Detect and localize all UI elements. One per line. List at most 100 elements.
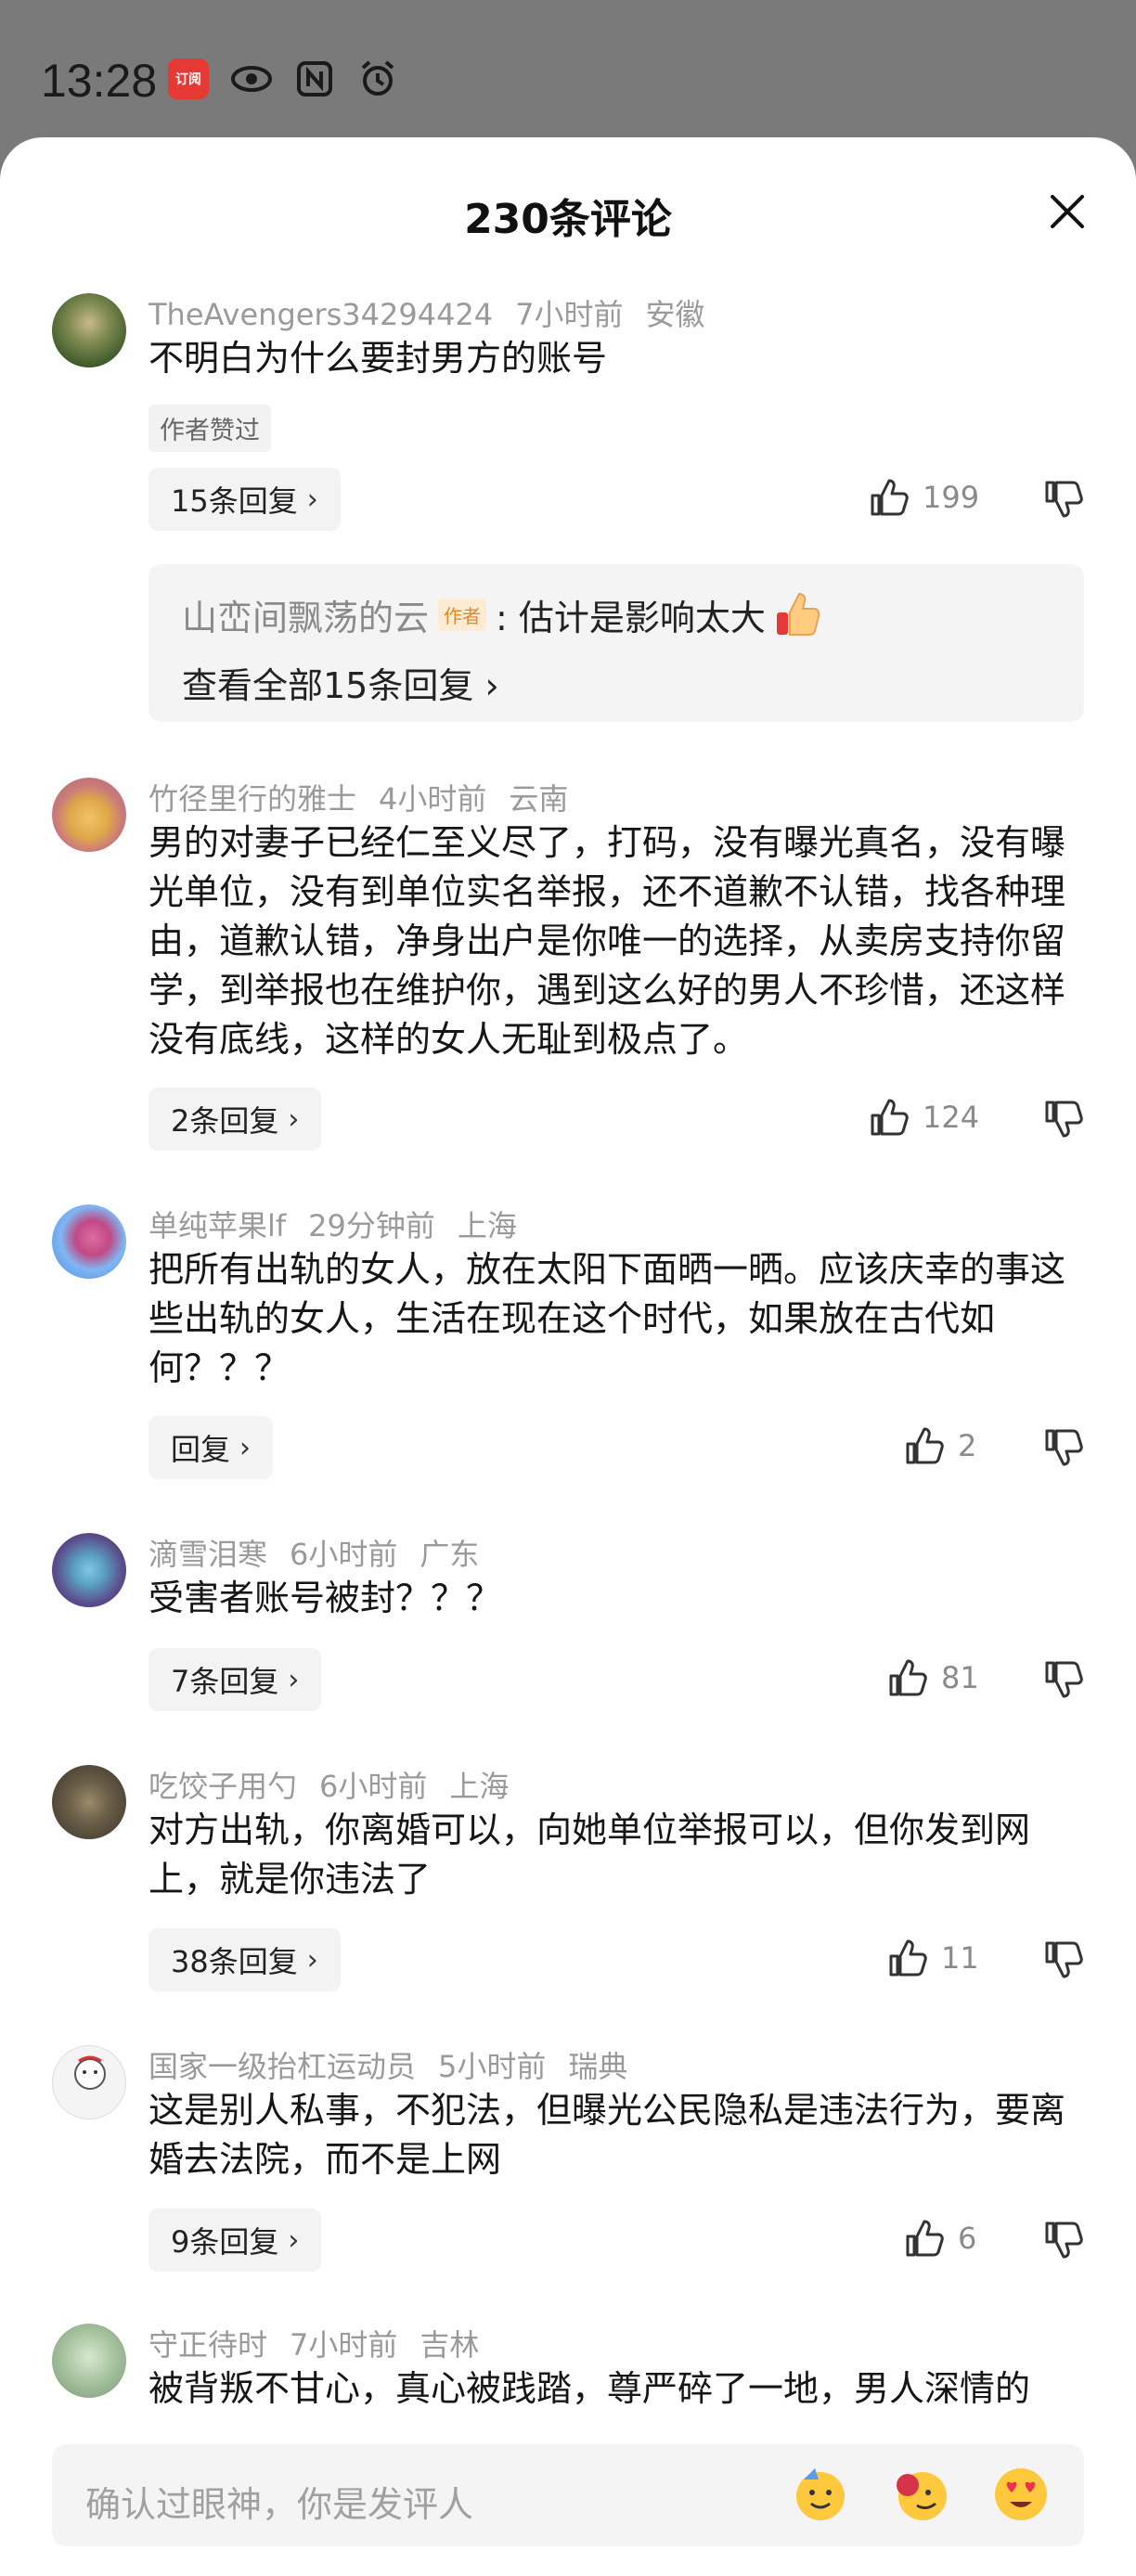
chevron-right-icon: › bbox=[288, 1663, 300, 1696]
like-button[interactable]: 11 bbox=[887, 1938, 979, 1978]
comment-count-title: 230条评论 bbox=[464, 196, 672, 243]
thumbs-up-icon bbox=[889, 1659, 927, 1696]
reply-preview[interactable]: 山峦间飘荡的云 作者 : 估计是影响太大 查看全部15条回复 › bbox=[148, 564, 1084, 722]
thumbs-up-icon bbox=[871, 1099, 909, 1136]
thumbs-up-emoji-icon bbox=[776, 592, 820, 636]
like-button[interactable]: 81 bbox=[887, 1657, 979, 1698]
thumbs-down-icon[interactable] bbox=[1043, 1427, 1084, 1468]
view-all-replies-link[interactable]: 查看全部15条回复 › bbox=[182, 657, 499, 708]
comment-username[interactable]: 单纯苹果lf bbox=[148, 1208, 286, 1243]
view-replies-button[interactable]: 7条回复 › bbox=[148, 1648, 322, 1711]
thumbs-up-icon bbox=[871, 479, 909, 516]
comment-location: 安徽 bbox=[645, 297, 705, 332]
author-liked-badge: 作者赞过 bbox=[148, 405, 271, 452]
sheet-header: 230条评论 bbox=[0, 137, 1136, 286]
view-replies-button[interactable]: 回复 › bbox=[148, 1416, 274, 1479]
view-replies-button[interactable]: 2条回复 › bbox=[148, 1088, 322, 1151]
comment-text[interactable]: 受害者账号被封？？？ bbox=[148, 1574, 1086, 1623]
comment-text[interactable]: 对方出轨，你离婚可以，向她单位举报可以，但你发到网上，就是你违法了 bbox=[148, 1806, 1086, 1904]
view-replies-button[interactable]: 38条回复 › bbox=[148, 1928, 341, 1991]
app-notification-icon: 订阅 bbox=[167, 58, 210, 100]
comment-username[interactable]: 竹径里行的雅士 bbox=[148, 781, 356, 817]
thumbs-up-icon bbox=[906, 2220, 944, 2257]
reply-text: : 估计是影响太大 bbox=[496, 597, 766, 638]
thumbs-down-icon[interactable] bbox=[1043, 2220, 1084, 2260]
comment-time: 7小时前 bbox=[515, 297, 624, 332]
like-count: 6 bbox=[958, 2221, 977, 2256]
comments-sheet: 230条评论 TheAvengers34294424 7小时前 安徽 不明白为什么要… bbox=[0, 137, 1136, 2576]
comment-time: 29分钟前 bbox=[308, 1208, 435, 1243]
thumbs-down-icon[interactable] bbox=[1043, 1659, 1084, 1700]
comment-meta: 守正待时 7小时前 吉林 bbox=[148, 2322, 501, 2364]
chevron-right-icon: › bbox=[239, 1431, 252, 1464]
chevron-right-icon: › bbox=[288, 1102, 300, 1136]
comment-text[interactable]: 男的对妻子已经仁至义尽了，打码，没有曝光真名，没有曝光单位，没有到单位实名举报，… bbox=[148, 818, 1086, 1064]
like-button[interactable]: 124 bbox=[869, 1097, 979, 1138]
comment-username[interactable]: 滴雪泪寒 bbox=[148, 1537, 267, 1572]
like-button[interactable]: 6 bbox=[904, 2218, 976, 2259]
status-bar: 13:28 订阅 bbox=[0, 0, 1136, 139]
avatar[interactable] bbox=[52, 293, 126, 367]
comment-input[interactable]: 确认过眼神，你是发评人 bbox=[52, 2444, 1084, 2546]
thumbs-down-icon[interactable] bbox=[1043, 1099, 1084, 1140]
emoji-rose-icon[interactable] bbox=[891, 2465, 950, 2524]
comment-text[interactable]: 不明白为什么要封男方的账号 bbox=[148, 334, 1086, 383]
thumbs-up-icon bbox=[906, 1427, 944, 1464]
comment-location: 云南 bbox=[509, 781, 569, 817]
like-button[interactable]: 2 bbox=[904, 1425, 976, 1466]
avatar[interactable] bbox=[52, 1204, 126, 1279]
avatar[interactable] bbox=[52, 2045, 126, 2119]
comment-username[interactable]: 吃饺子用勺 bbox=[148, 1769, 297, 1804]
view-replies-button[interactable]: 9条回复 › bbox=[148, 2209, 322, 2272]
comment-meta: 国家一级抬杠运动员 5小时前 瑞典 bbox=[148, 2043, 650, 2086]
comment-time: 5小时前 bbox=[438, 2049, 547, 2084]
comment-time: 4小时前 bbox=[379, 781, 487, 817]
comment-text[interactable]: 把所有出轨的女人，放在太阳下面晒一晒。应该庆幸的事这些出轨的女人，生活在现在这个… bbox=[148, 1245, 1086, 1393]
emoji-heart-eyes-icon[interactable] bbox=[991, 2465, 1051, 2524]
comment-meta: 吃饺子用勺 6小时前 上海 bbox=[148, 1763, 531, 1806]
avatar-sticker-icon bbox=[74, 2055, 106, 2090]
comment-location: 瑞典 bbox=[568, 2049, 628, 2084]
like-count: 124 bbox=[923, 1100, 980, 1135]
like-count: 81 bbox=[941, 1660, 979, 1695]
avatar[interactable] bbox=[52, 778, 126, 852]
comment-username[interactable]: 国家一级抬杠运动员 bbox=[148, 2049, 416, 2084]
thumbs-down-icon[interactable] bbox=[1043, 479, 1084, 520]
comment-location: 广东 bbox=[420, 1537, 480, 1572]
comment-location: 吉林 bbox=[420, 2327, 480, 2363]
chevron-right-icon: › bbox=[288, 2223, 300, 2257]
thumbs-up-icon bbox=[889, 1939, 927, 1977]
comment-username[interactable]: 守正待时 bbox=[148, 2327, 267, 2363]
comment-input-placeholder: 确认过眼神，你是发评人 bbox=[85, 2484, 474, 2525]
reply-username[interactable]: 山峦间飘荡的云 bbox=[182, 589, 429, 640]
status-icons: 订阅 bbox=[167, 58, 399, 100]
emoji-party-icon[interactable] bbox=[791, 2465, 850, 2524]
like-count: 2 bbox=[958, 1428, 977, 1463]
comment-time: 6小时前 bbox=[290, 1537, 398, 1572]
author-tag: 作者 bbox=[438, 598, 487, 631]
avatar[interactable] bbox=[52, 1765, 126, 1839]
eye-icon bbox=[230, 58, 273, 100]
comment-location: 上海 bbox=[449, 1769, 510, 1804]
close-icon[interactable] bbox=[1047, 191, 1088, 232]
comment-text[interactable]: 被背叛不甘心，真心被践踏，尊严碎了一地，男人深情的 bbox=[148, 2364, 1086, 2416]
comment-meta: 单纯苹果lf 29分钟前 上海 bbox=[148, 1203, 539, 1245]
thumbs-down-icon[interactable] bbox=[1043, 1939, 1084, 1980]
view-replies-button[interactable]: 15条回复 › bbox=[148, 468, 341, 531]
avatar[interactable] bbox=[52, 2324, 126, 2398]
comment-meta: 滴雪泪寒 6小时前 广东 bbox=[148, 1531, 501, 1574]
like-button[interactable]: 199 bbox=[869, 477, 979, 518]
avatar[interactable] bbox=[52, 1533, 126, 1607]
nfc-icon bbox=[293, 58, 336, 100]
status-time: 13:28 bbox=[41, 55, 158, 107]
comment-location: 上海 bbox=[457, 1208, 517, 1243]
comment-time: 7小时前 bbox=[290, 2327, 398, 2363]
alarm-icon bbox=[356, 58, 399, 100]
comment-meta: TheAvengers34294424 7小时前 安徽 bbox=[148, 291, 728, 334]
comment-text[interactable]: 这是别人私事，不犯法，但曝光公民隐私是违法行为，要离婚去法院，而不是上网 bbox=[148, 2086, 1086, 2184]
comment-meta: 竹径里行的雅士 4小时前 云南 bbox=[148, 776, 590, 818]
comment-time: 6小时前 bbox=[319, 1769, 428, 1804]
comment-username[interactable]: TheAvengers34294424 bbox=[148, 297, 493, 332]
chevron-right-icon: › bbox=[306, 483, 318, 516]
like-count: 11 bbox=[941, 1940, 979, 1976]
